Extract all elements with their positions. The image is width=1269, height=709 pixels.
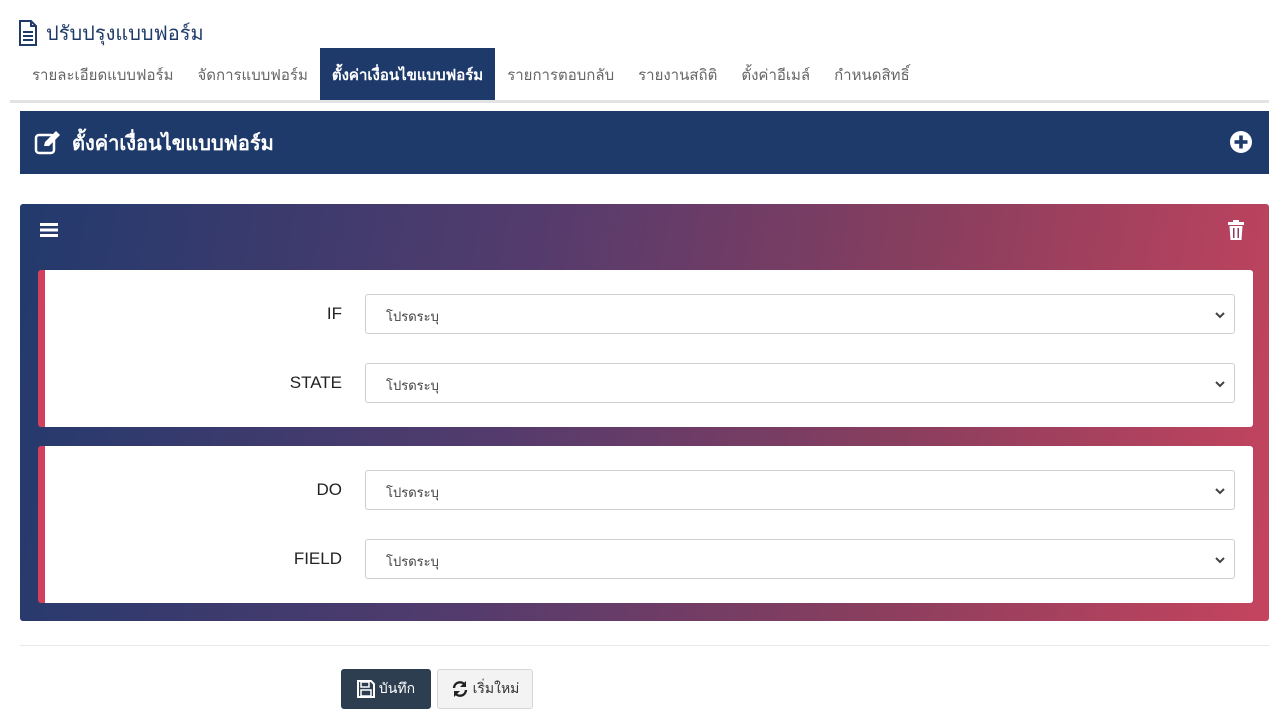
chevron-down-icon	[1215, 557, 1225, 564]
if-panel: IF โปรดระบุ STATE โปรดระบุ	[38, 270, 1253, 427]
edit-icon	[34, 130, 60, 154]
state-label: STATE	[289, 373, 342, 392]
reset-button[interactable]: เริ่มใหม่	[437, 669, 533, 709]
condition-card: IF โปรดระบุ STATE โปรดระบุ DO โปรดระบุ F…	[20, 204, 1269, 621]
chevron-down-icon	[1215, 381, 1225, 388]
field-select[interactable]: โปรดระบุ	[365, 539, 1235, 579]
tabs-divider	[10, 100, 1269, 103]
page-title: ปรับปรุงแบบฟอร์ม	[46, 23, 204, 45]
do-row: DO โปรดระบุ	[45, 470, 1253, 510]
tab-responses[interactable]: รายการตอบกลับ	[495, 48, 626, 101]
tab-form-details[interactable]: รายละเอียดแบบฟอร์ม	[22, 48, 185, 101]
chevron-down-icon	[1215, 488, 1225, 495]
tab-permissions[interactable]: กำหนดสิทธิ์	[822, 48, 922, 101]
trash-icon[interactable]	[1228, 220, 1244, 240]
tab-manage-form[interactable]: จัดการแบบฟอร์ม	[185, 48, 319, 101]
do-label: DO	[316, 480, 343, 499]
tab-statistics[interactable]: รายงานสถิติ	[626, 48, 729, 101]
save-button[interactable]: บันทึก	[341, 669, 431, 709]
state-select-value: โปรดระบุ	[386, 379, 439, 394]
do-select-value: โปรดระบุ	[386, 486, 439, 501]
footer-divider	[20, 645, 1269, 646]
reset-button-label: เริ่มใหม่	[472, 680, 520, 696]
tab-bar: รายละเอียดแบบฟอร์ม จัดการแบบฟอร์ม ตั้งค่…	[22, 48, 922, 101]
if-label: IF	[326, 304, 342, 323]
if-select[interactable]: โปรดระบุ	[365, 294, 1235, 334]
if-select-value: โปรดระบุ	[386, 310, 439, 325]
do-select[interactable]: โปรดระบุ	[365, 470, 1235, 510]
section-header: ตั้งค่าเงื่อนไขแบบฟอร์ม	[20, 111, 1269, 174]
save-button-label: บันทึก	[378, 680, 416, 696]
state-row: STATE โปรดระบุ	[45, 363, 1253, 403]
plus-circle-icon[interactable]	[1229, 130, 1253, 154]
document-icon	[19, 20, 37, 46]
field-select-value: โปรดระบุ	[386, 555, 439, 570]
field-label: FIELD	[293, 549, 342, 568]
save-icon	[356, 680, 375, 698]
state-select[interactable]: โปรดระบุ	[365, 363, 1235, 403]
field-row: FIELD โปรดระบุ	[45, 539, 1253, 579]
hamburger-menu-icon[interactable]	[40, 222, 58, 238]
do-panel: DO โปรดระบุ FIELD โปรดระบุ	[38, 446, 1253, 603]
refresh-icon	[452, 681, 467, 697]
chevron-down-icon	[1215, 312, 1225, 319]
page-header: ปรับปรุงแบบฟอร์ม	[18, 18, 204, 48]
tab-email-settings[interactable]: ตั้งค่าอีเมล์	[729, 48, 822, 101]
if-row: IF โปรดระบุ	[45, 294, 1253, 334]
section-title: ตั้งค่าเงื่อนไขแบบฟอร์ม	[72, 132, 274, 155]
tab-form-conditions[interactable]: ตั้งค่าเงื่อนไขแบบฟอร์ม	[319, 48, 496, 101]
